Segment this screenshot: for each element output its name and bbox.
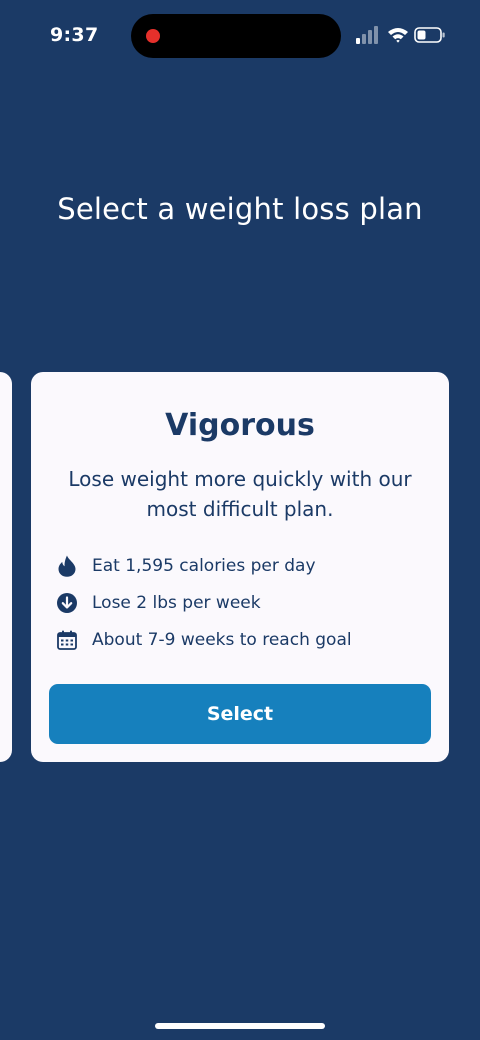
dynamic-island [131, 14, 341, 58]
status-icons [356, 26, 456, 46]
feature-text: Lose 2 lbs per week [92, 593, 261, 613]
feature-time-to-goal: About 7-9 weeks to reach goal [57, 627, 352, 653]
status-time: 9:37 [50, 24, 99, 46]
plan-description: Lose weight more quickly with our most d… [68, 467, 412, 521]
flame-icon [57, 555, 77, 577]
home-indicator[interactable] [155, 1023, 325, 1029]
page-title: Select a weight loss plan [57, 192, 423, 226]
arrow-down-circle-icon [57, 592, 77, 614]
calendar-icon [57, 629, 77, 651]
battery-icon [414, 27, 445, 43]
status-bar: 9:37 [0, 0, 480, 72]
select-plan-button[interactable]: Select [49, 684, 431, 744]
plan-card: Vigorous Lose weight more quickly with o… [31, 372, 449, 762]
recording-dot-icon [146, 29, 160, 43]
feature-text: About 7-9 weeks to reach goal [92, 630, 352, 650]
previous-plan-card[interactable] [0, 372, 12, 762]
feature-text: Eat 1,595 calories per day [92, 556, 316, 576]
cellular-signal-icon [356, 26, 378, 44]
feature-weight-loss-rate: Lose 2 lbs per week [57, 590, 261, 616]
wifi-icon [388, 28, 408, 43]
feature-calories: Eat 1,595 calories per day [57, 553, 316, 579]
plan-name: Vigorous [165, 408, 315, 443]
